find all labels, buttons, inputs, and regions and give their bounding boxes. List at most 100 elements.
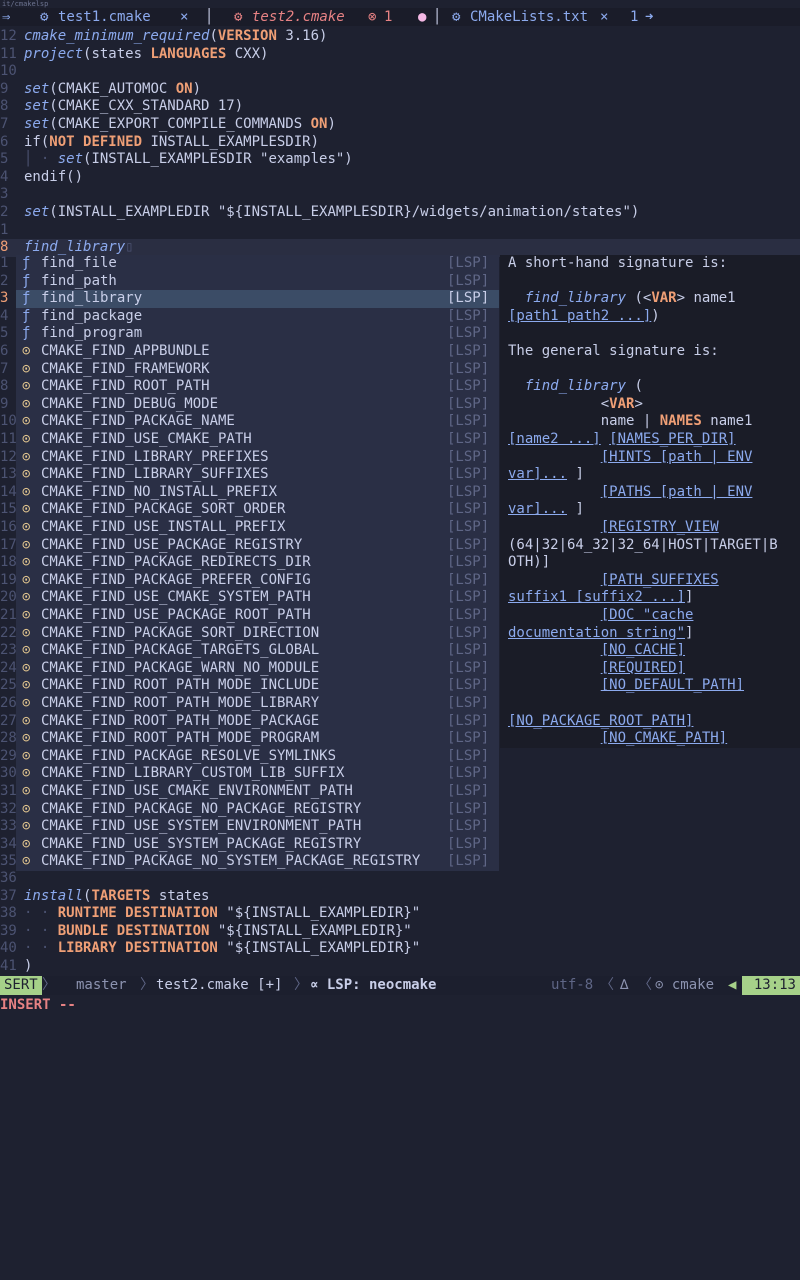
completion-item[interactable]: 1 ƒ find_file [LSP]	[0, 255, 499, 273]
line-text: · · RUNTIME DESTINATION "${INSTALL_EXAMP…	[24, 905, 420, 923]
completion-item[interactable]: 8 ⊙ CMAKE_FIND_ROOT_PATH [LSP]	[0, 378, 499, 396]
completion-item[interactable]: 17 ⊙ CMAKE_FIND_USE_PACKAGE_REGISTRY [LSP]	[0, 537, 499, 555]
completion-item[interactable]: 19 ⊙ CMAKE_FIND_PACKAGE_PREFER_CONFIG [LSP]	[0, 572, 499, 590]
variable-icon: ⊙	[22, 589, 31, 606]
code-token: ]	[567, 466, 584, 483]
completion-item[interactable]: 33 ⊙ CMAKE_FIND_USE_SYSTEM_ENVIRONMENT_PAT…	[0, 818, 499, 836]
code-line[interactable]: 10	[0, 63, 800, 81]
code-token: The general signature is:	[508, 343, 719, 359]
tab-cmakelists[interactable]: CMakeLists.txt	[470, 8, 588, 26]
completion-item[interactable]: 35 ⊙ CMAKE_FIND_PACKAGE_NO_SYSTEM_PACKAGE_…	[0, 853, 499, 871]
completion-menu[interactable]: 1 ƒ find_file [LSP] 2 ƒ find_path [LSP] 3 ƒ find_l…	[0, 255, 499, 871]
close-icon[interactable]: ×	[180, 8, 188, 26]
code-token: (	[626, 378, 643, 395]
code-line[interactable]: 36	[0, 870, 800, 888]
completion-item[interactable]: 21 ⊙ CMAKE_FIND_USE_PACKAGE_ROOT_PATH [LSP]	[0, 607, 499, 625]
code-token: (states	[83, 45, 151, 62]
completion-item[interactable]: 30 ⊙ CMAKE_FIND_LIBRARY_CUSTOM_LIB_SUFFIX […	[0, 765, 499, 783]
line-text: · · LIBRARY DESTINATION "${INSTALL_EXAMP…	[24, 940, 420, 958]
completion-item[interactable]: 20 ⊙ CMAKE_FIND_USE_CMAKE_SYSTEM_PATH [LSP]	[0, 589, 499, 607]
doc-line: A short-hand signature is:	[508, 255, 727, 273]
code-line[interactable]: 3	[0, 186, 800, 204]
completion-item[interactable]: 5 ƒ find_program [LSP]	[0, 325, 499, 343]
completion-label: CMAKE_FIND_USE_SYSTEM_ENVIRONMENT_PATH	[41, 818, 362, 835]
tab-test1[interactable]: test1.cmake	[58, 8, 151, 26]
mode-indicator: SERT	[0, 976, 42, 995]
code-line[interactable]: 37 install(TARGETS states	[0, 888, 800, 906]
completion-item[interactable]: 13 ⊙ CMAKE_FIND_LIBRARY_SUFFIXES [LSP]	[0, 466, 499, 484]
completion-item[interactable]: 26 ⊙ CMAKE_FIND_ROOT_PATH_MODE_LIBRARY [LSP…	[0, 695, 499, 713]
line-number: 6	[0, 343, 9, 359]
code-line[interactable]: 39 · · BUNDLE DESTINATION "${INSTALL_EXAM…	[0, 923, 800, 941]
code-line[interactable]: 6 if(NOT DEFINED INSTALL_EXAMPLESDIR)	[0, 134, 800, 152]
code-line[interactable]: 40 · · LIBRARY DESTINATION "${INSTALL_EXA…	[0, 940, 800, 958]
completion-item[interactable]: 16 ⊙ CMAKE_FIND_USE_INSTALL_PREFIX [LSP]	[0, 519, 499, 537]
completion-item[interactable]: 29 ⊙ CMAKE_FIND_PACKAGE_RESOLVE_SYMLINKS [L…	[0, 748, 499, 766]
code-token: states	[150, 887, 210, 904]
completion-item[interactable]: 28 ⊙ CMAKE_FIND_ROOT_PATH_MODE_PROGRAM [LSP…	[0, 730, 499, 748]
line-number: 22	[0, 624, 17, 641]
line-number: 13	[0, 466, 17, 483]
line-number: 1	[0, 255, 9, 271]
code-line[interactable]: 12 cmake_minimum_required(VERSION 3.16)	[0, 28, 800, 46]
completion-item[interactable]: 6 ⊙ CMAKE_FIND_APPBUNDLE [LSP]	[0, 343, 499, 361]
completion-item[interactable]: 32 ⊙ CMAKE_FIND_PACKAGE_NO_PACKAGE_REGISTR…	[0, 801, 499, 819]
variable-icon: ⊙	[22, 783, 31, 799]
completion-item[interactable]: 10 ⊙ CMAKE_FIND_PACKAGE_NAME [LSP]	[0, 413, 499, 431]
completion-item[interactable]: 9 ⊙ CMAKE_FIND_DEBUG_MODE [LSP]	[0, 395, 499, 414]
code-line[interactable]: 7 set(CMAKE_EXPORT_COMPILE_COMMANDS ON)	[0, 116, 800, 134]
next-tab-icon[interactable]: ➜	[645, 8, 653, 26]
completion-item[interactable]: 2 ƒ find_path [LSP]	[0, 272, 499, 291]
code-token: [NO_CACHE]	[600, 642, 686, 659]
completion-item[interactable]: 34 ⊙ CMAKE_FIND_USE_SYSTEM_PACKAGE_REGISTR…	[0, 836, 499, 854]
line-number: 25	[0, 677, 17, 694]
code-token: CXX)	[226, 45, 269, 62]
completion-item[interactable]: 31 ⊙ CMAKE_FIND_USE_CMAKE_ENVIRONMENT_PATH…	[0, 783, 499, 801]
line-number: 10	[0, 413, 17, 430]
variable-icon: ⊙	[22, 483, 31, 500]
completion-item[interactable]: 14 ⊙ CMAKE_FIND_NO_INSTALL_PREFIX [LSP]	[0, 483, 499, 502]
variable-icon: ⊙	[22, 607, 31, 623]
line-number: 2	[0, 204, 9, 220]
completion-item[interactable]: 22 ⊙ CMAKE_FIND_PACKAGE_SORT_DIRECTION [LSP…	[0, 625, 499, 643]
doc-line: documentation string"]	[508, 625, 693, 643]
completion-source: [LSP]	[447, 589, 490, 606]
code-line[interactable]: 38 · · RUNTIME DESTINATION "${INSTALL_EXA…	[0, 905, 800, 923]
doc-line: find_library (	[508, 378, 643, 396]
completion-label: find_path	[41, 272, 117, 289]
completion-item[interactable]: 3 ƒ find_library [LSP]	[0, 290, 499, 308]
code-line[interactable]: 9 set(CMAKE_AUTOMOC ON)	[0, 81, 800, 99]
doc-line: The general signature is:	[508, 343, 719, 361]
completion-item[interactable]: 25 ⊙ CMAKE_FIND_ROOT_PATH_MODE_INCLUDE [LSP…	[0, 677, 499, 695]
completion-item[interactable]: 15 ⊙ CMAKE_FIND_PACKAGE_SORT_ORDER [LSP]	[0, 501, 499, 519]
completion-item[interactable]: 4 ƒ find_package [LSP]	[0, 308, 499, 326]
line-number: 9	[0, 395, 9, 412]
completion-item[interactable]: 11 ⊙ CMAKE_FIND_USE_CMAKE_PATH [LSP]	[0, 431, 499, 449]
code-line[interactable]: 2 set(INSTALL_EXAMPLEDIR "${INSTALL_EXAMP…	[0, 204, 800, 222]
code-line[interactable]: 1	[0, 222, 800, 240]
variable-icon: ⊙	[22, 395, 31, 412]
code-line[interactable]: 5 │ · set(INSTALL_EXAMPLESDIR "examples")	[0, 151, 800, 169]
tab-test2[interactable]: test2.cmake	[252, 8, 345, 26]
completion-item[interactable]: 23 ⊙ CMAKE_FIND_PACKAGE_TARGETS_GLOBAL [LSP…	[0, 642, 499, 660]
close-icon[interactable]: ×	[600, 8, 608, 26]
completion-item[interactable]: 12 ⊙ CMAKE_FIND_LIBRARY_PREFIXES [LSP]	[0, 449, 499, 467]
completion-item[interactable]: 18 ⊙ CMAKE_FIND_PACKAGE_REDIRECTS_DIR [LSP]	[0, 554, 499, 572]
code-token: · ·	[24, 922, 58, 939]
completion-item[interactable]: 7 ⊙ CMAKE_FIND_FRAMEWORK [LSP]	[0, 360, 499, 379]
code-line[interactable]: 41)	[0, 958, 800, 976]
function-icon: ƒ	[22, 290, 31, 307]
line-number: 8	[0, 98, 9, 115]
completion-item[interactable]: 27 ⊙ CMAKE_FIND_ROOT_PATH_MODE_PACKAGE [LSP…	[0, 713, 499, 731]
code-token: ]	[685, 624, 694, 641]
completion-item[interactable]: 24 ⊙ CMAKE_FIND_PACKAGE_WARN_NO_MODULE [LSP…	[0, 660, 499, 678]
code-line[interactable]: 8 set(CMAKE_CXX_STANDARD 17)	[0, 98, 800, 116]
code-line[interactable]: 11 project(states LANGUAGES CXX)	[0, 46, 800, 64]
variable-icon: ⊙	[22, 765, 31, 782]
code-token: [REQUIRED]	[600, 659, 686, 676]
line-number: 23	[0, 642, 17, 659]
code-token: )	[24, 958, 33, 974]
variable-icon: ⊙	[22, 360, 31, 377]
code-line[interactable]: 4 endif()	[0, 169, 800, 187]
